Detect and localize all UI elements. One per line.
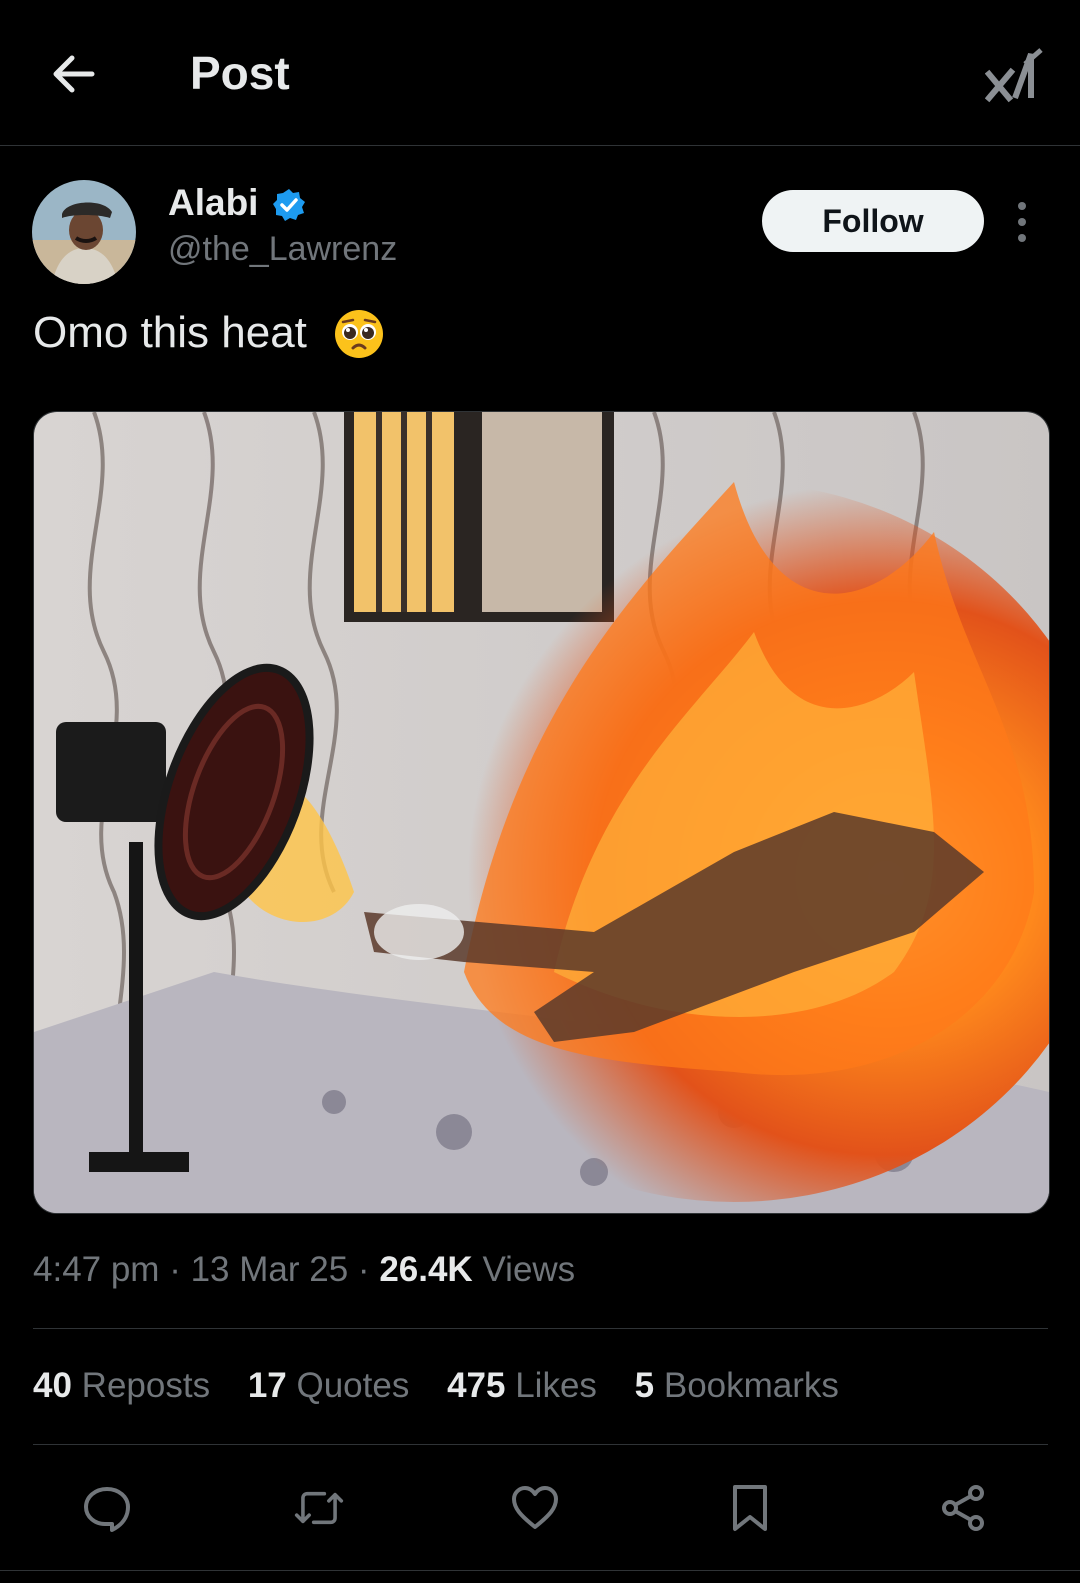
stat-label: Likes [515,1366,597,1405]
more-options-icon[interactable] [1012,200,1032,244]
divider [0,1570,1080,1571]
stat-count: 40 [33,1366,72,1405]
avatar[interactable] [32,180,136,284]
page-title: Post [190,47,290,99]
meta-separator: · [169,1250,181,1289]
top-bar: Post [0,0,1080,146]
stat-likes[interactable]: 475 Likes [447,1366,597,1405]
post-time: 4:47 pm [33,1250,160,1289]
views-count: 26.4K [379,1250,473,1289]
x-logo-icon[interactable] [985,44,1045,104]
bookmark-icon[interactable] [725,1483,775,1533]
pleading-face-emoji-icon [335,310,383,358]
views-label: Views [482,1250,576,1289]
follow-button[interactable]: Follow [762,190,984,252]
stat-quotes[interactable]: 17 Quotes [248,1366,410,1405]
stat-label: Quotes [296,1366,410,1405]
share-icon[interactable] [938,1483,988,1533]
engagement-stats: 40 Reposts 17 Quotes 475 Likes 5 Bookmar… [33,1366,839,1406]
post-date: 13 Mar 25 [190,1250,349,1289]
divider [33,1328,1048,1329]
stat-label: Bookmarks [663,1366,839,1405]
stat-count: 17 [247,1366,287,1405]
reply-icon[interactable] [82,1483,132,1533]
verified-badge-icon [273,189,305,221]
author-name[interactable]: Alabi [168,182,258,224]
post-image[interactable] [33,411,1050,1214]
repost-icon[interactable] [294,1483,344,1533]
stat-count: 475 [447,1366,506,1405]
like-icon[interactable] [510,1483,560,1533]
divider [33,1444,1048,1445]
arrow-left-icon[interactable] [48,48,100,100]
stat-label: Reposts [81,1366,211,1405]
meta-separator: · [357,1250,370,1289]
stat-count: 5 [634,1366,655,1405]
post-meta: 4:47 pm · 13 Mar 25 · 26.4K Views [33,1250,575,1290]
post-text: Omo this heat [33,308,307,357]
stat-bookmarks[interactable]: 5 Bookmarks [635,1366,839,1405]
stat-reposts[interactable]: 40 Reposts [33,1366,210,1405]
author-handle[interactable]: @the_Lawrenz [168,230,397,269]
